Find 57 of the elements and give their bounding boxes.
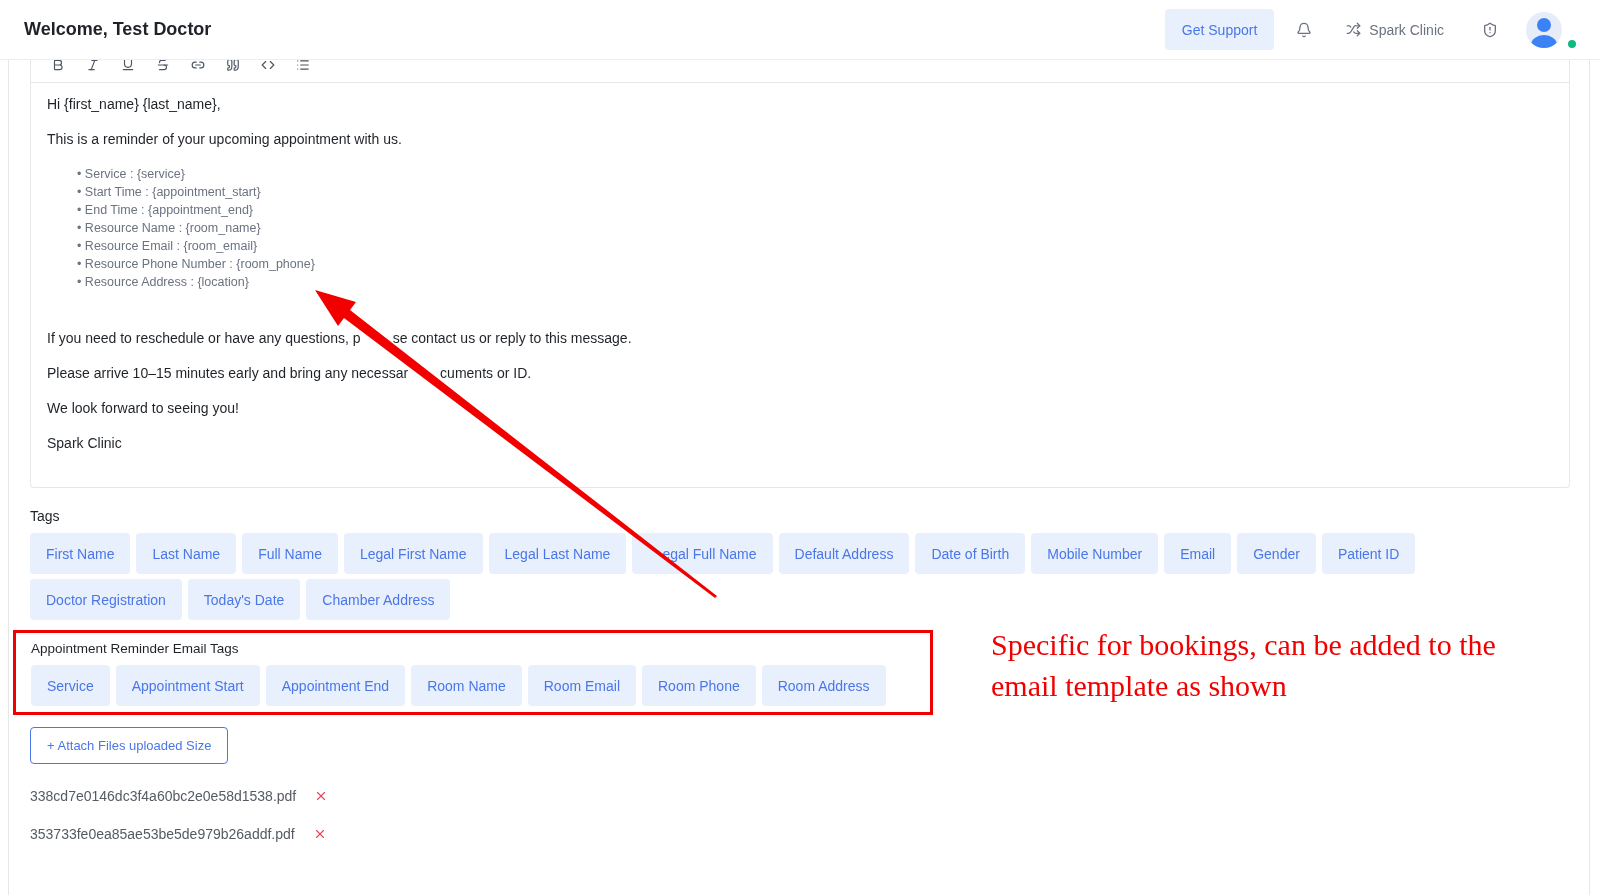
shuffle-icon [1346,22,1362,37]
underline-icon[interactable] [121,58,135,72]
list-item: • Service : {service} [77,166,186,183]
tag-chip[interactable]: First Name [30,533,131,574]
file-name: 338cd7e0146dc3f4a60bc2e0e58d1538.pdf [30,788,297,804]
link-icon[interactable] [191,58,205,72]
tag-chip[interactable]: Legal Last Name [488,533,627,574]
tag-chip[interactable]: Legal First Name [343,533,483,574]
get-support-button[interactable]: Get Support [1164,9,1275,50]
tag-chip[interactable]: Full Name [242,533,338,574]
email-paragraph: Spark Clinic [47,434,123,453]
file-name: 353733fe0ea85ae53be5de979b26addf.pdf [30,826,295,842]
strikethrough-icon[interactable] [156,58,170,72]
email-text: cuments or ID. [440,364,532,383]
list-item: • Start Time : {appointment_start} [77,184,262,201]
shield-icon[interactable] [1482,21,1498,38]
tag-chip[interactable]: Appointment Start [115,665,260,706]
quote-icon[interactable] [226,58,240,72]
tag-chip[interactable]: Doctor Registration [30,579,182,620]
list-icon[interactable] [296,58,310,72]
tag-chip[interactable]: Room Phone [642,665,756,706]
tag-chip[interactable]: Gender [1237,533,1316,574]
email-paragraph: Hi {first_name} {last_name}, [47,95,222,114]
tag-chip[interactable]: Room Name [411,665,522,706]
email-text: If you need to reschedule or have any questions, p [47,329,361,348]
page-title: Welcome, Test Doctor [24,19,213,40]
bold-icon[interactable] [51,58,65,72]
tag-chip[interactable]: Appointment End [265,665,406,706]
tags-label: Tags [30,508,61,524]
tag-chip[interactable]: Patient ID [1321,533,1416,574]
user-avatar[interactable] [1526,11,1576,48]
tag-chip[interactable]: Chamber Address [306,579,451,620]
reminder-tags-label: Appointment Reminder Email Tags [31,641,240,656]
email-text: Please arrive 10–15 minutes early and bring any necessar [47,364,409,383]
list-item: • Resource Email : {room_email} [77,238,259,255]
email-paragraph: This is a reminder of your upcoming appointment with us. [47,130,403,149]
annotation-text: Specific for bookings, can be added to the email template as shown [991,627,1497,704]
tag-chip[interactable]: Mobile Number [1031,533,1159,574]
list-item: • End Time : {appointment_end} [77,202,255,219]
tag-chip[interactable]: Email [1164,533,1232,574]
list-item: • Resource Phone Number : {room_phone} [77,256,316,273]
code-icon[interactable] [261,58,275,72]
tag-chip[interactable]: Date of Birth [915,533,1026,574]
tag-chip[interactable]: Last Name [136,533,237,574]
email-paragraph: We look forward to seeing you! [47,399,240,418]
email-text: se contact us or reply to this message. [392,329,632,348]
clinic-switcher[interactable]: Spark Clinic [1340,20,1450,39]
tag-chip[interactable]: Room Address [761,665,886,706]
italic-icon[interactable] [86,58,100,72]
attach-files-button[interactable]: + Attach Files uploaded Size [30,727,229,764]
tag-chip[interactable]: Service [31,665,110,706]
list-item: • Resource Name : {room_name} [77,220,262,237]
tag-chip[interactable]: Room Email [527,665,636,706]
bell-icon[interactable] [1296,21,1313,38]
tag-chip[interactable]: Default Address [778,533,910,574]
list-item: • Resource Address : {location} [77,274,250,291]
tag-chip[interactable]: Today's Date [187,579,301,620]
